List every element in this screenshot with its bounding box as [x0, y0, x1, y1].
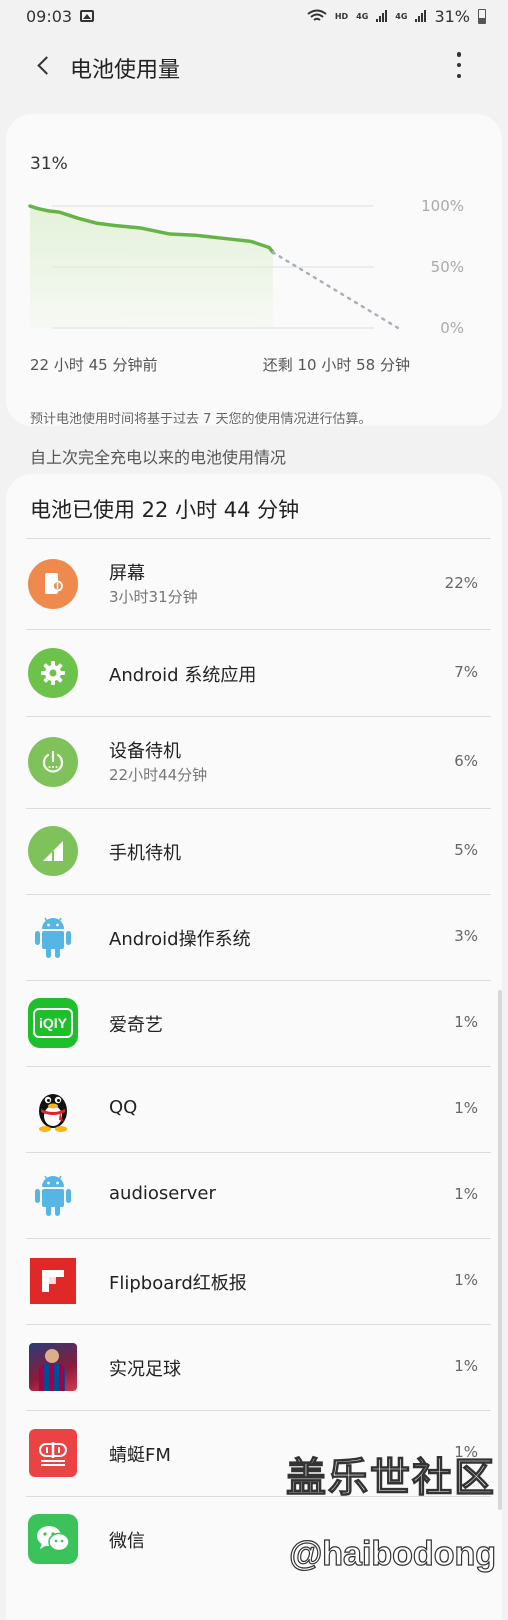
app-name: 微信 [109, 1531, 145, 1552]
app-usage-row[interactable]: 设备待机 22小时44分钟 6% [6, 716, 502, 808]
app-usage-row[interactable]: 实况足球 1% [6, 1324, 502, 1410]
app-usage-row[interactable]: Android 系统应用 7% [6, 629, 502, 716]
app-usage-percent: 1% [454, 1185, 478, 1203]
usage-total: 电池已使用 22 小时 44 分钟 [30, 498, 300, 522]
power-icon [28, 737, 78, 787]
qq-penguin-icon [28, 1084, 78, 1134]
page-title: 电池使用量 [70, 58, 181, 83]
app-usage-percent: 1% [454, 1013, 478, 1031]
app-usage-row[interactable]: 手机待机 5% [6, 808, 502, 894]
pes-icon [28, 1342, 78, 1392]
image-notification-icon [80, 10, 95, 22]
flipboard-icon [28, 1256, 78, 1306]
signal-icon [415, 10, 427, 22]
app-usage-percent: 6% [454, 752, 478, 770]
app-usage-percent: 1% [454, 1271, 478, 1289]
app-usage-row[interactable]: Android操作系统 3% [6, 894, 502, 980]
app-name: audioserver [109, 1183, 216, 1204]
chart-end-label: 还剩 10 小时 58 分钟 [262, 356, 410, 374]
android-icon [28, 912, 78, 962]
y-tick-label: 50% [431, 258, 464, 276]
app-usage-percent: 5% [454, 841, 478, 859]
scrollbar[interactable] [498, 990, 502, 1510]
wifi-icon [307, 9, 327, 21]
app-usage-percent: 1% [454, 1357, 478, 1375]
app-name: 蜻蜓FM [109, 1445, 171, 1466]
chart-start-label: 22 小时 45 分钟前 [30, 356, 158, 374]
app-usage-percent: 1% [454, 1099, 478, 1117]
estimate-note: 预计电池使用时间将基于过去 7 天您的使用情况进行估算。 [30, 412, 372, 427]
network-type-1: 4G [356, 11, 369, 21]
more-options-icon[interactable] [454, 52, 464, 78]
app-name: Flipboard红板报 [109, 1273, 247, 1294]
signal-icon [28, 826, 78, 876]
battery-percent: 31% [434, 6, 470, 26]
app-usage-time: 3小时31分钟 [109, 587, 198, 606]
qingting-fm-icon [28, 1428, 78, 1478]
app-usage-row[interactable]: iQIY 爱奇艺 1% [6, 980, 502, 1066]
hd-indicator: HD [334, 11, 349, 21]
watermark-handle: @haibodong [289, 1534, 497, 1573]
signal-icon [376, 10, 388, 22]
network-type-2: 4G [395, 11, 408, 21]
android-icon [28, 1170, 78, 1220]
app-name: 屏幕 [109, 562, 145, 584]
app-name: Android 系统应用 [109, 664, 257, 686]
app-usage-percent: 3% [454, 927, 478, 945]
app-usage-row[interactable]: audioserver 1% [6, 1152, 502, 1238]
status-time: 09:03 [26, 6, 73, 26]
battery-chart-card: 31% 100% 50% 0% 22 小时 45 分钟前 还剩 10 小时 58 分… [6, 114, 502, 427]
y-tick-label: 100% [421, 197, 464, 215]
app-usage-time: 22小时44分钟 [109, 766, 208, 784]
status-bar: 09:03 HD 4G 4G 31% [0, 0, 508, 32]
app-usage-percent: 7% [454, 662, 478, 681]
app-name: 爱奇艺 [109, 1015, 163, 1036]
gear-icon [28, 647, 78, 698]
projection-line [271, 251, 400, 330]
app-name: 手机待机 [109, 843, 181, 864]
app-bar: 电池使用量 [0, 40, 508, 90]
app-name: Android操作系统 [109, 929, 251, 950]
back-arrow-icon[interactable] [32, 54, 54, 76]
watermark-community: 盖乐世社区 [285, 1455, 496, 1500]
app-name: 设备待机 [109, 741, 181, 762]
app-usage-row[interactable]: QQ 1% [6, 1066, 502, 1152]
battery-icon [478, 8, 486, 24]
battery-level-chart: 100% 50% 0% [28, 197, 464, 337]
y-tick-label: 0% [440, 319, 464, 337]
app-usage-percent: 22% [444, 573, 478, 592]
app-usage-row[interactable]: 屏幕 3小时31分钟 22% [6, 538, 502, 629]
iqiyi-icon: iQIY [28, 998, 78, 1048]
section-title: 自上次完全充电以来的电池使用情况 [30, 448, 287, 467]
screen-brightness-icon [28, 558, 78, 609]
app-usage-row[interactable]: Flipboard红板报 1% [6, 1238, 502, 1324]
battery-area-fill [30, 206, 273, 328]
app-name: QQ [109, 1097, 138, 1118]
app-name: 实况足球 [109, 1359, 181, 1380]
wechat-icon [28, 1514, 78, 1564]
